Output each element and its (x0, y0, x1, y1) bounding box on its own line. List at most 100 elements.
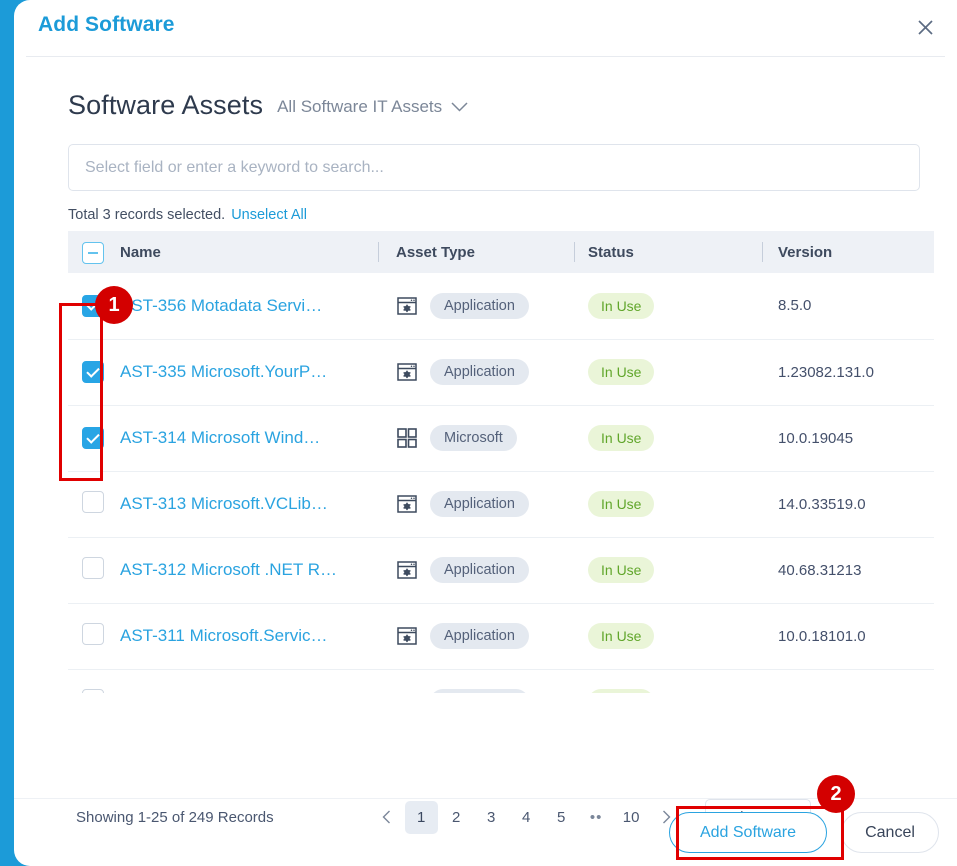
status-badge: In Use (588, 292, 655, 319)
row-version-cell: 40.68.31213 (762, 537, 934, 604)
row-name-cell: AST-311 Microsoft.Servic… (120, 603, 378, 670)
column-header-asset-type[interactable]: Asset Type (378, 231, 574, 273)
row-checkbox-cell (68, 273, 120, 340)
row-asset-type-cell: Microsoft (378, 405, 574, 472)
row-checkbox[interactable] (82, 294, 104, 317)
assets-table-body: AST-356 Motadata Servi… Application In Use… (68, 273, 934, 693)
table-row[interactable]: AST-335 Microsoft.YourP… Application In Us… (68, 339, 934, 406)
application-window-gear-icon (396, 361, 418, 383)
row-checkbox[interactable] (82, 427, 104, 449)
row-checkbox[interactable] (82, 361, 104, 383)
header-select-all-cell (68, 231, 120, 273)
selection-summary: Total 3 records selected. Unselect All (68, 207, 917, 223)
asset-name-link[interactable]: AST-311 Microsoft.Servic… (120, 626, 378, 646)
row-status-cell: In Use (574, 603, 762, 670)
assets-table-head: Name Asset Type Status Version (68, 231, 934, 273)
row-checkbox-cell (68, 471, 120, 538)
asset-type-chip: Application (430, 623, 529, 649)
asset-type-chip: Application (430, 359, 529, 385)
status-badge: In Use (588, 623, 655, 649)
add-software-button[interactable]: Add Software (669, 812, 827, 853)
row-status-cell: In Use (574, 339, 762, 406)
cancel-button[interactable]: Cancel (841, 812, 939, 853)
table-row[interactable]: AST-356 Motadata Servi… Application In Use… (68, 273, 934, 340)
asset-name-link[interactable]: AST-312 Microsoft .NET R… (120, 560, 378, 580)
assets-table-region: Name Asset Type Status Version AST-356 M… (68, 231, 934, 693)
row-asset-type-cell: Application (378, 669, 574, 693)
selection-count-text: Total 3 records selected. (68, 207, 226, 223)
row-name-cell: AST-314 Microsoft Wind… (120, 405, 378, 472)
row-version-cell: 14.0.33519.0 (762, 471, 934, 538)
row-asset-type-cell: Application (378, 471, 574, 538)
application-window-gear-icon (396, 559, 418, 581)
table-row[interactable]: AST-312 Microsoft .NET R… Application In U… (68, 537, 934, 604)
row-name-cell: AST-312 Microsoft .NET R… (120, 537, 378, 604)
asset-name-link[interactable]: AST-314 Microsoft Wind… (120, 428, 378, 448)
table-header-row: Name Asset Type Status Version (68, 231, 934, 273)
row-version-cell: 10.0.19045 (762, 405, 934, 472)
row-version-cell: 1.23082.131.0 (762, 339, 934, 406)
status-badge: In Use (588, 359, 655, 385)
table-row[interactable]: AST-314 Microsoft Wind… Microsoft In Use 10… (68, 405, 934, 472)
asset-type-chip: Application (430, 689, 529, 693)
row-version-cell: 8.5.0 (762, 273, 934, 340)
row-version-cell: 10.0.18101.0 (762, 603, 934, 670)
unselect-all-link[interactable]: Unselect All (231, 207, 307, 223)
application-window-gear-icon (396, 295, 418, 317)
row-checkbox-cell (68, 603, 120, 670)
row-asset-type-cell: Application (378, 273, 574, 340)
row-checkbox-cell (68, 669, 120, 693)
row-checkbox[interactable] (82, 623, 104, 645)
footer-actions: Add Software Cancel (669, 812, 939, 853)
asset-name-link[interactable]: AST-356 Motadata Servi… (120, 296, 378, 316)
row-name-cell: AST-310 Microsoft.Windo… (120, 669, 378, 693)
row-status-cell: In Use (574, 405, 762, 472)
row-checkbox[interactable] (82, 491, 104, 513)
table-row[interactable]: AST-310 Microsoft.Windo… Application In Us… (68, 669, 934, 693)
asset-name-link[interactable]: AST-310 Microsoft.Windo… (120, 692, 378, 693)
row-version-cell: 10.0.19041.4239 (762, 669, 934, 693)
row-name-cell: AST-356 Motadata Servi… (120, 273, 378, 340)
modal-header: Add Software (26, 0, 945, 57)
row-checkbox-cell (68, 537, 120, 604)
modal-footer: Add Software Cancel (14, 798, 957, 866)
row-asset-type-cell: Application (378, 537, 574, 604)
close-icon[interactable] (908, 10, 942, 44)
row-status-cell: In Use (574, 537, 762, 604)
assets-table: Name Asset Type Status Version AST-356 M… (68, 231, 934, 693)
application-window-gear-icon (396, 493, 418, 515)
asset-name-link[interactable]: AST-335 Microsoft.YourP… (120, 362, 378, 382)
row-status-cell: In Use (574, 273, 762, 340)
asset-type-chip: Application (430, 491, 529, 517)
row-checkbox-cell (68, 405, 120, 472)
column-header-status[interactable]: Status (574, 231, 762, 273)
status-badge: In Use (588, 689, 655, 693)
row-status-cell: In Use (574, 471, 762, 538)
assets-heading-row: Software Assets All Software IT Assets (68, 57, 917, 127)
section-title: Software Assets (68, 90, 264, 120)
row-name-cell: AST-313 Microsoft.VCLib… (120, 471, 378, 538)
column-header-version[interactable]: Version (762, 231, 934, 273)
select-all-checkbox[interactable] (82, 241, 104, 264)
row-asset-type-cell: Application (378, 603, 574, 670)
search-input[interactable] (68, 144, 920, 191)
page-title: Add Software (38, 13, 175, 36)
microsoft-windows-icon (396, 427, 418, 449)
status-badge: In Use (588, 557, 655, 583)
modal-body: Software Assets All Software IT Assets T… (14, 57, 957, 835)
search-field-wrap (68, 144, 920, 191)
row-checkbox-cell (68, 339, 120, 406)
application-window-gear-icon (396, 691, 418, 693)
row-checkbox[interactable] (82, 689, 104, 693)
asset-name-link[interactable]: AST-313 Microsoft.VCLib… (120, 494, 378, 514)
add-software-modal: Add Software Software Assets All Softwar… (14, 0, 957, 866)
table-row[interactable]: AST-313 Microsoft.VCLib… Application In Us… (68, 471, 934, 538)
asset-scope-dropdown[interactable]: All Software IT Assets (277, 97, 468, 121)
asset-scope-label: All Software IT Assets (277, 97, 443, 116)
asset-type-chip: Microsoft (430, 425, 517, 451)
chevron-down-icon (451, 97, 468, 117)
column-header-name[interactable]: Name (120, 231, 378, 273)
row-status-cell: In Use (574, 669, 762, 693)
table-row[interactable]: AST-311 Microsoft.Servic… Application In U… (68, 603, 934, 670)
row-checkbox[interactable] (82, 557, 104, 579)
